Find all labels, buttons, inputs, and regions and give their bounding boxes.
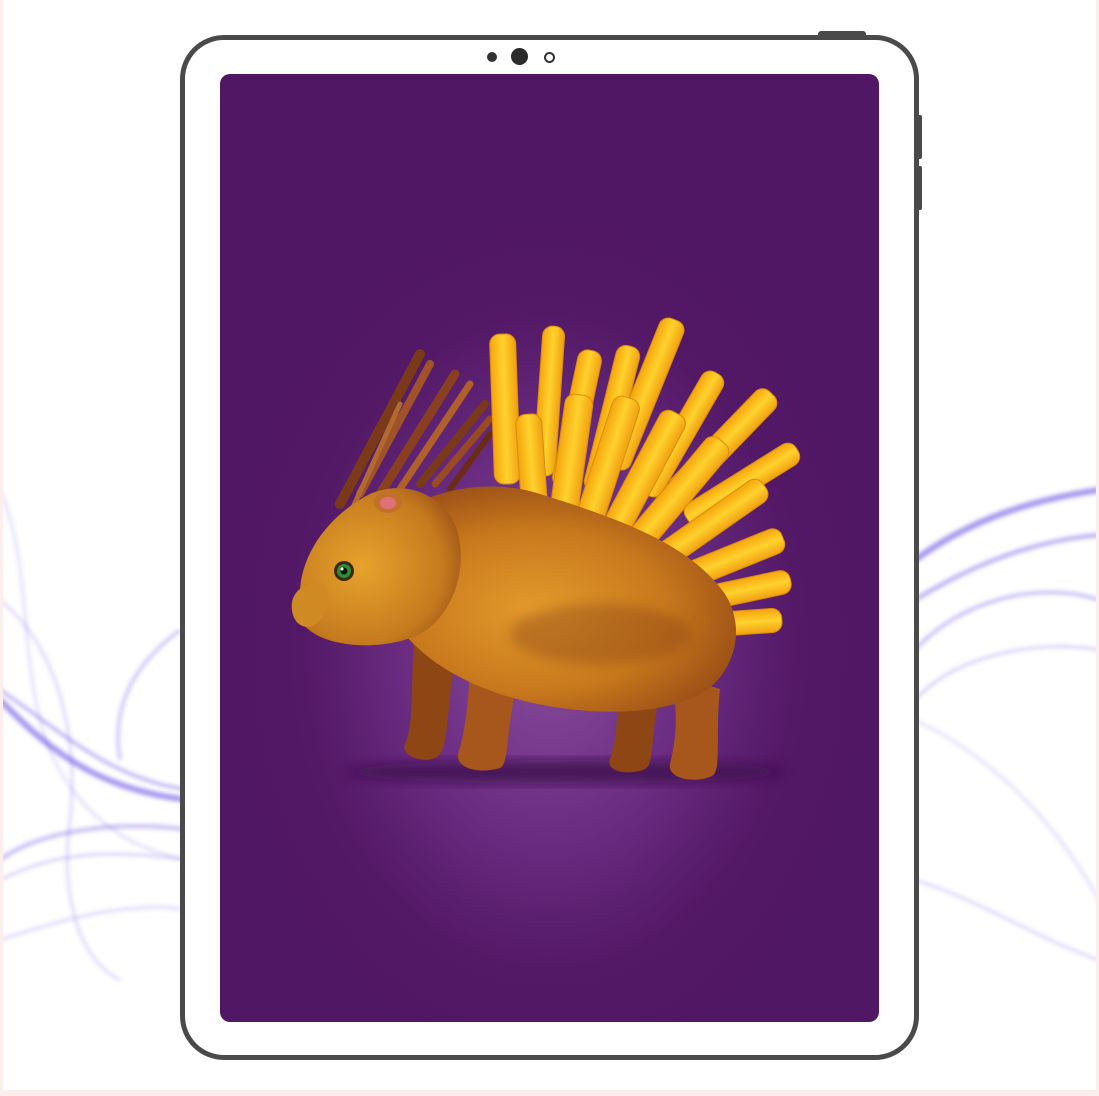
- front-sensor-left: [487, 52, 497, 62]
- tablet-screen: [220, 74, 879, 1022]
- body-shade: [510, 604, 690, 664]
- animal-eye-highlight: [340, 567, 344, 571]
- front-sensor-right: [544, 52, 555, 63]
- porcupine-fries-illustration: [291, 317, 801, 784]
- left-smoke-wave: [0, 489, 191, 981]
- ground-shadow: [345, 760, 785, 784]
- right-smoke-wave: [913, 487, 1099, 961]
- animal-ear-inner: [380, 497, 396, 509]
- front-camera-icon: [511, 48, 528, 65]
